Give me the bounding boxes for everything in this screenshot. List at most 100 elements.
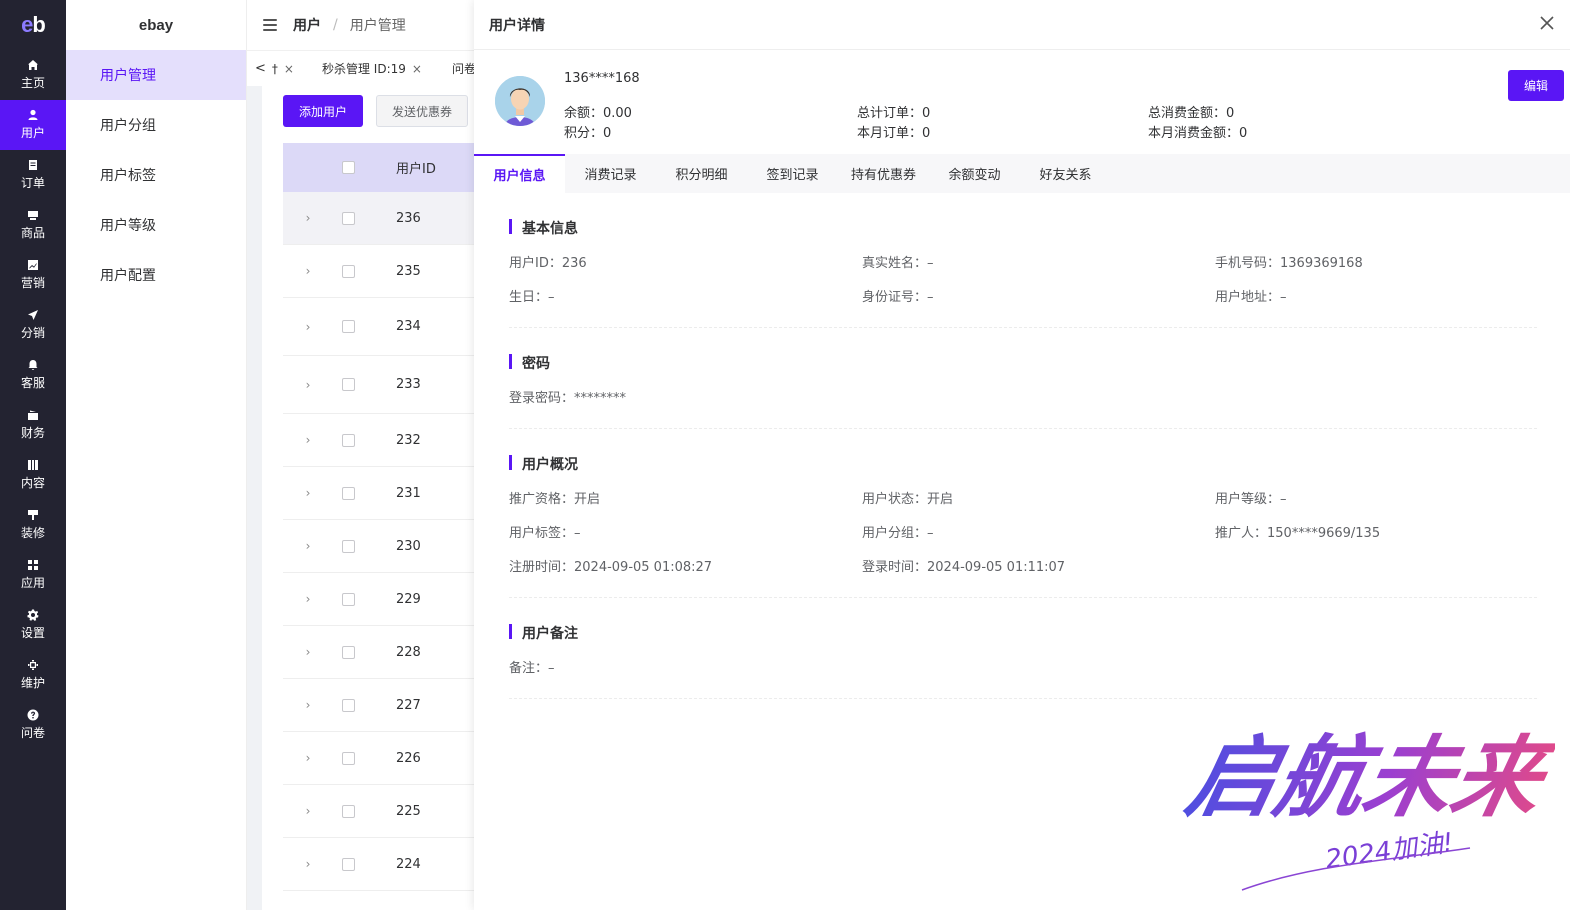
row-checkbox[interactable] [341, 211, 355, 225]
rail-item-home[interactable]: 主页 [0, 50, 66, 100]
submenu-item-user-management[interactable]: 用户管理 [66, 50, 246, 100]
rail-label: 订单 [20, 176, 45, 190]
menu-toggle-icon[interactable] [263, 19, 277, 31]
field-status: 用户状态：开启 [862, 492, 954, 507]
order-icon [27, 159, 39, 171]
expand-row-icon[interactable]: › [283, 378, 333, 392]
send-coupon-button[interactable]: 发送优惠券 [376, 95, 468, 127]
row-checkbox[interactable] [341, 592, 355, 606]
tab-points[interactable]: 积分明细 [656, 154, 747, 193]
expand-row-icon[interactable]: › [283, 486, 333, 500]
bell-icon [27, 359, 39, 371]
total-spent-stat: 总消费金额：0 [1148, 106, 1235, 121]
tab-flash-sale[interactable]: 秒杀管理 ID:19 × [322, 60, 422, 77]
row-checkbox[interactable] [341, 378, 355, 391]
rail-item-survey[interactable]: 问卷 [0, 700, 66, 750]
rail-item-order[interactable]: 订单 [0, 150, 66, 200]
row-checkbox[interactable] [341, 804, 355, 818]
row-checkbox[interactable] [341, 857, 355, 871]
expand-row-icon[interactable]: › [283, 592, 333, 606]
tab-label: † [271, 61, 278, 76]
month-spent-stat: 本月消费金额：0 [1148, 126, 1248, 141]
expand-row-icon[interactable]: › [283, 751, 333, 765]
cell-user-id: 233 [396, 377, 421, 392]
close-icon[interactable]: × [284, 62, 294, 76]
expand-row-icon[interactable]: › [283, 857, 333, 871]
rail-item-apps[interactable]: 应用 [0, 550, 66, 600]
expand-row-icon[interactable]: › [283, 320, 333, 334]
wallet-icon [27, 409, 39, 421]
sub-menu: ebay 用户管理 用户分组 用户标签 用户等级 用户配置 [66, 0, 247, 910]
logo[interactable]: eb [0, 0, 66, 50]
stamp-sub-text: 2024加油! [1324, 828, 1456, 876]
expand-row-icon[interactable]: › [283, 645, 333, 659]
rail-item-distribution[interactable]: 分销 [0, 300, 66, 350]
expand-row-icon[interactable]: › [283, 539, 333, 553]
select-all-checkbox[interactable] [341, 161, 355, 174]
month-orders-stat: 本月订单：0 [857, 126, 931, 141]
expand-row-icon[interactable]: › [283, 804, 333, 818]
rail-item-marketing[interactable]: 营销 [0, 250, 66, 300]
cell-user-id: 236 [396, 210, 421, 226]
row-checkbox[interactable] [341, 486, 355, 500]
field-group: 用户分组：– [862, 526, 934, 541]
expand-row-icon[interactable]: › [283, 264, 333, 278]
row-checkbox-cell [333, 751, 363, 765]
chip-icon [27, 659, 39, 671]
marketing-icon [27, 259, 39, 271]
submenu-item-user-level[interactable]: 用户等级 [66, 200, 246, 250]
field-birthday: 生日：– [509, 290, 555, 305]
rail-label: 内容 [20, 476, 45, 490]
tab-user-info[interactable]: 用户信息 [474, 154, 565, 193]
breadcrumb-current: 用户管理 [349, 18, 406, 34]
row-checkbox[interactable] [341, 645, 355, 659]
tab-coupons[interactable]: 持有优惠券 [838, 154, 929, 193]
rail-item-settings[interactable]: 设置 [0, 600, 66, 650]
user-icon [27, 109, 39, 121]
grid-icon [27, 559, 39, 571]
section-title-basic: 基本信息 [509, 218, 578, 238]
stamp-main-text: 启航未来 [1179, 726, 1555, 829]
tab-friends[interactable]: 好友关系 [1020, 154, 1111, 193]
rail-item-finance[interactable]: 财务 [0, 400, 66, 450]
breadcrumb-separator: / [333, 17, 338, 33]
expand-row-icon[interactable]: › [283, 211, 333, 225]
tab-home[interactable]: † × [272, 62, 294, 76]
row-checkbox[interactable] [341, 751, 355, 765]
field-id-card: 身份证号：– [862, 290, 934, 305]
tabs-prev-icon[interactable]: < [255, 61, 266, 76]
field-remark: 备注：– [509, 661, 555, 676]
tab-balance[interactable]: 余额变动 [929, 154, 1020, 193]
rail-item-goods[interactable]: 商品 [0, 200, 66, 250]
tab-consumption[interactable]: 消费记录 [565, 154, 656, 193]
rail-label: 问卷 [20, 726, 45, 740]
edit-button[interactable]: 编辑 [1508, 70, 1564, 101]
row-checkbox[interactable] [341, 264, 355, 278]
rail-item-content[interactable]: 内容 [0, 450, 66, 500]
close-icon[interactable]: × [412, 62, 422, 76]
submenu-item-user-group[interactable]: 用户分组 [66, 100, 246, 150]
submenu-item-user-config[interactable]: 用户配置 [66, 250, 246, 300]
rail-item-decorate[interactable]: 装修 [0, 500, 66, 550]
section-title-password: 密码 [509, 353, 550, 373]
close-icon[interactable] [1539, 15, 1555, 31]
rail-item-service[interactable]: 客服 [0, 350, 66, 400]
tab-checkin[interactable]: 签到记录 [747, 154, 838, 193]
row-checkbox-cell [333, 539, 363, 553]
submenu-item-user-tag[interactable]: 用户标签 [66, 150, 246, 200]
expand-row-icon[interactable]: › [283, 698, 333, 712]
rail-item-maintain[interactable]: 维护 [0, 650, 66, 700]
expand-row-icon[interactable]: › [283, 433, 333, 447]
add-user-button[interactable]: 添加用户 [283, 95, 363, 127]
rail-item-user[interactable]: 用户 [0, 100, 66, 150]
row-checkbox[interactable] [341, 320, 355, 333]
row-checkbox-cell [333, 378, 363, 391]
rail-label: 财务 [20, 426, 45, 440]
row-checkbox[interactable] [341, 539, 355, 553]
row-checkbox[interactable] [341, 433, 355, 447]
breadcrumb-parent[interactable]: 用户 [293, 15, 321, 35]
field-tag: 用户标签：– [509, 526, 581, 541]
row-checkbox-cell [333, 645, 363, 659]
tab-survey[interactable]: 问卷 [452, 60, 476, 77]
row-checkbox[interactable] [341, 698, 355, 712]
